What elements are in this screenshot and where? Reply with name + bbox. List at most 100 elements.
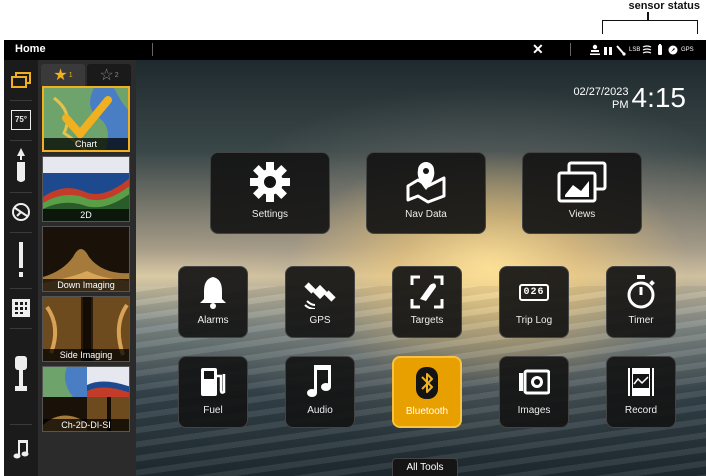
sensor-status-bar[interactable]: LSB GPS <box>590 42 694 58</box>
clock-date: 02/27/2023 <box>573 86 629 98</box>
fuel-button[interactable]: Fuel <box>178 356 248 428</box>
gps-icon: GPS <box>681 47 694 53</box>
sonar-icon <box>12 203 30 221</box>
thumbnail-label: Chart <box>44 138 128 150</box>
camera-icon <box>519 369 550 395</box>
divider <box>152 43 153 56</box>
grid-icon <box>12 299 30 317</box>
home-main-area: 02/27/2023 PM 4:15 Settings Nav Data Vie… <box>136 60 706 476</box>
satellite-icon <box>304 282 336 309</box>
map-pin-icon <box>406 162 446 204</box>
tile-label: GPS <box>309 315 331 326</box>
thumbnail-side-imaging[interactable]: Side Imaging <box>42 296 130 362</box>
views-icon <box>11 72 31 88</box>
tile-label: Bluetooth <box>405 406 449 417</box>
tile-label: Fuel <box>203 405 223 416</box>
star-icon: ★ <box>53 67 68 84</box>
tile-label: Trip Log <box>515 315 553 326</box>
signal-bars-icon <box>603 44 613 56</box>
alert-icon <box>19 242 23 277</box>
battery-icon <box>655 44 665 56</box>
favorites-tabs: ★ 1 ☆ 2 <box>39 60 136 86</box>
thumbnail-down-imaging[interactable]: Down Imaging <box>42 226 130 292</box>
tab-number: 2 <box>114 71 119 79</box>
page-title: Home <box>15 43 46 55</box>
clock-ampm: PM <box>612 99 629 111</box>
trip-log-button[interactable]: 026 Trip Log <box>499 266 569 338</box>
tile-label: Record <box>624 405 658 416</box>
annotation-tick <box>647 12 649 20</box>
sidebar-item-views[interactable] <box>4 60 38 100</box>
divider <box>570 43 571 56</box>
lsb-icon: LSB <box>629 47 641 53</box>
sidebar-item-boat[interactable] <box>4 140 38 192</box>
thumbnail-label: Ch-2D-DI-SI <box>43 419 129 431</box>
music-icon <box>13 440 29 459</box>
record-button[interactable]: Record <box>606 356 676 428</box>
person-icon <box>590 44 600 56</box>
temperature-probe-icon <box>616 44 626 56</box>
thumbnail-2d[interactable]: 2D <box>42 156 130 222</box>
tile-label: Audio <box>307 405 333 416</box>
boat-icon <box>17 148 25 182</box>
music-icon <box>307 365 331 397</box>
views-icon <box>557 161 607 203</box>
tile-label: Targets <box>410 315 444 326</box>
sidebar-item-motor[interactable] <box>4 328 38 424</box>
bell-icon <box>200 277 226 309</box>
tile-label: Timer <box>628 315 654 326</box>
thumbnail-label: Down Imaging <box>43 279 129 291</box>
target-icon <box>410 275 444 309</box>
fuel-icon <box>201 368 226 396</box>
compass-icon <box>668 44 678 56</box>
record-icon <box>628 368 654 396</box>
nav-data-button[interactable]: Nav Data <box>366 152 486 234</box>
thumbnail-label: 2D <box>43 209 129 221</box>
sidebar-item-alert[interactable] <box>4 232 38 288</box>
tile-label: Views <box>568 209 596 220</box>
gear-icon <box>250 162 290 202</box>
thumbnail-label: Side Imaging <box>43 349 129 361</box>
annotation-label: sensor status <box>628 0 700 12</box>
depth-sensor-icon <box>642 44 652 56</box>
trip-log-icon: 026 <box>519 283 549 301</box>
motor-icon <box>15 356 27 391</box>
sidebar-item-temperature[interactable]: 75° <box>4 100 38 140</box>
temperature-75-icon: 75° <box>11 110 31 130</box>
clock-date-block: 02/27/2023 PM <box>573 86 628 112</box>
targets-button[interactable]: Targets <box>392 266 462 338</box>
bluetooth-button[interactable]: Bluetooth <box>392 356 462 428</box>
views-button[interactable]: Views <box>522 152 642 234</box>
star-outline-icon: ☆ <box>99 67 114 84</box>
tile-label: Alarms <box>197 315 229 326</box>
tile-label: Settings <box>251 209 289 220</box>
top-bar: Home ✕ LSB GPS <box>4 40 706 60</box>
tile-label: Nav Data <box>405 209 447 220</box>
tab-favorites-2[interactable]: ☆ 2 <box>87 64 131 86</box>
tab-favorites-1[interactable]: ★ 1 <box>41 64 85 86</box>
tab-number: 1 <box>68 71 73 79</box>
clock-time: 4:15 <box>631 82 687 113</box>
timer-button[interactable]: Timer <box>606 266 676 338</box>
thumbnail-combo[interactable]: Ch-2D-DI-SI <box>42 366 130 432</box>
device-screen: Home ✕ LSB GPS 75° ★ 1 ☆ 2 Chart 2D Down… <box>4 40 706 476</box>
sidebar-item-sonar[interactable] <box>4 192 38 232</box>
sidebar-item-grid[interactable] <box>4 288 38 328</box>
tile-label: Images <box>517 405 551 416</box>
alarms-button[interactable]: Alarms <box>178 266 248 338</box>
audio-button[interactable]: Audio <box>285 356 355 428</box>
settings-button[interactable]: Settings <box>210 152 330 234</box>
sidebar-item-music[interactable] <box>4 424 38 476</box>
gps-button[interactable]: GPS <box>285 266 355 338</box>
clock: 02/27/2023 PM 4:15 <box>573 84 686 112</box>
close-icon[interactable]: ✕ <box>532 41 544 58</box>
sidebar: 75° <box>4 60 39 476</box>
images-button[interactable]: Images <box>499 356 569 428</box>
sensor-status-annotation: sensor status <box>592 0 702 40</box>
favorites-panel: ★ 1 ☆ 2 Chart 2D Down Imaging Side Imagi… <box>39 60 136 476</box>
stopwatch-icon <box>627 275 655 309</box>
all-tools-button[interactable]: All Tools <box>392 458 458 476</box>
bluetooth-icon <box>416 367 438 399</box>
annotation-bracket <box>602 20 698 34</box>
thumbnail-chart[interactable]: Chart <box>42 86 130 152</box>
